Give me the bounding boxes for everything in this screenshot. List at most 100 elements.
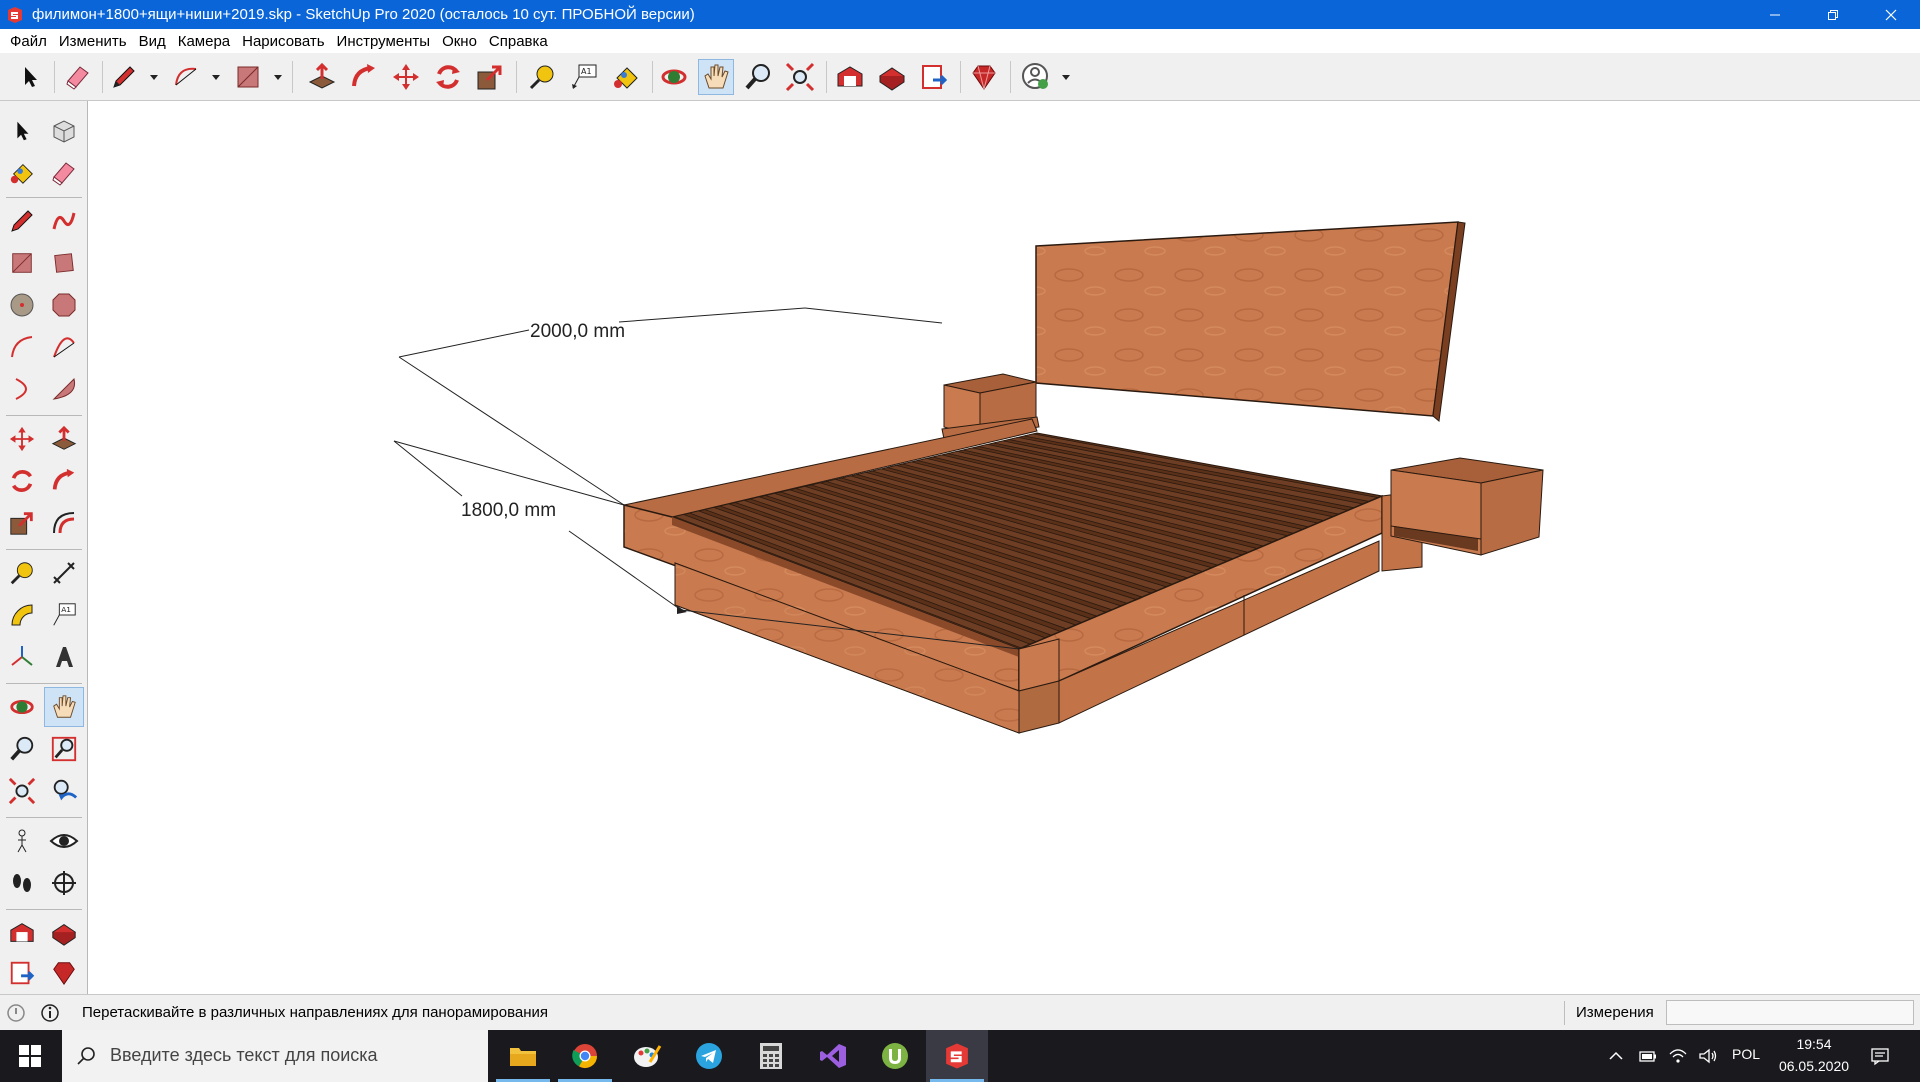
right-nightstand[interactable] (1390, 457, 1544, 556)
send-to-layout-button[interactable] (916, 59, 952, 95)
lt-move-button[interactable] (2, 419, 42, 459)
start-button[interactable] (0, 1030, 60, 1082)
chevron-up-icon[interactable] (1606, 1046, 1626, 1066)
notifications-icon[interactable] (1870, 1046, 1890, 1066)
lt-axes-button[interactable] (2, 637, 42, 677)
extension-warehouse-button[interactable] (874, 59, 910, 95)
lt-warehouse-button[interactable] (2, 913, 42, 953)
eraser-tool-button[interactable] (60, 59, 96, 95)
lt-3d-text-button[interactable] (44, 637, 84, 677)
lt-zoom-button[interactable] (2, 729, 42, 769)
lt-polygon-button[interactable] (44, 285, 84, 325)
lt-arc-button[interactable] (2, 327, 42, 367)
menu-view[interactable]: Вид (133, 33, 172, 50)
lt-two-point-arc-button[interactable] (44, 327, 84, 367)
rectangle-dropdown-icon[interactable] (272, 71, 284, 83)
lt-three-point-arc-button[interactable] (2, 369, 42, 409)
taskbar-calculator[interactable] (740, 1030, 802, 1082)
lt-push-pull-button[interactable] (44, 419, 84, 459)
wifi-icon[interactable] (1668, 1046, 1688, 1066)
taskbar-telegram[interactable] (678, 1030, 740, 1082)
zoom-tool-button[interactable] (740, 59, 776, 95)
menu-window[interactable]: Окно (436, 33, 483, 50)
account-button[interactable] (1018, 59, 1054, 95)
push-pull-tool-button[interactable] (304, 59, 340, 95)
info-icon[interactable] (40, 1003, 60, 1023)
pencil-tool-button[interactable] (106, 59, 142, 95)
lt-scale-button[interactable] (2, 503, 42, 543)
battery-icon[interactable] (1638, 1046, 1658, 1066)
paint-bucket-tool-button[interactable] (608, 59, 644, 95)
lt-eraser-button[interactable] (44, 153, 84, 193)
taskbar-file-explorer[interactable] (492, 1030, 554, 1082)
lt-freehand-button[interactable] (44, 201, 84, 241)
menu-camera[interactable]: Камера (172, 33, 236, 50)
measurements-input[interactable] (1666, 1000, 1914, 1025)
lt-protractor-button[interactable] (2, 595, 42, 635)
close-button[interactable] (1862, 0, 1920, 29)
tape-measure-tool-button[interactable] (524, 59, 560, 95)
text-tool-button[interactable]: A1 (566, 59, 602, 95)
lt-extension-warehouse-button[interactable] (44, 913, 84, 953)
lt-line-button[interactable] (2, 201, 42, 241)
minimize-button[interactable] (1746, 0, 1804, 29)
warehouse-button[interactable] (832, 59, 868, 95)
language-indicator[interactable]: POL (1732, 1046, 1760, 1062)
taskbar-search[interactable]: Введите здесь текст для поиска (62, 1030, 488, 1082)
zoom-extents-tool-button[interactable] (782, 59, 818, 95)
headboard[interactable] (1035, 221, 1459, 417)
move-tool-button[interactable] (388, 59, 424, 95)
taskbar-visual-studio[interactable] (802, 1030, 864, 1082)
lt-dimension-button[interactable] (44, 553, 84, 593)
restore-button[interactable] (1804, 0, 1862, 29)
rotate-tool-button[interactable] (430, 59, 466, 95)
menu-draw[interactable]: Нарисовать (236, 33, 330, 50)
taskbar-paint[interactable] (616, 1030, 678, 1082)
lt-pie-button[interactable] (44, 369, 84, 409)
lt-circle-button[interactable] (2, 285, 42, 325)
ruby-console-button[interactable] (966, 59, 1002, 95)
arc-dropdown-icon[interactable] (210, 71, 222, 83)
lt-tape-measure-button[interactable] (2, 553, 42, 593)
lt-position-camera-button[interactable] (2, 821, 42, 861)
orbit-tool-button[interactable] (656, 59, 692, 95)
taskbar-chrome[interactable] (554, 1030, 616, 1082)
follow-me-tool-button[interactable] (346, 59, 382, 95)
lt-orbit-button[interactable] (2, 687, 42, 727)
lt-paint-bucket-button[interactable] (2, 153, 42, 193)
lt-make-component-button[interactable] (44, 111, 84, 151)
lt-look-around-button[interactable] (44, 821, 84, 861)
lt-pan-button[interactable] (44, 687, 84, 727)
lt-send-to-layout-button[interactable] (2, 953, 42, 993)
bed-model[interactable]: 2000,0 mm 1800,0 mm (89, 101, 1920, 994)
lt-offset-button[interactable] (44, 503, 84, 543)
lt-section-plane-button[interactable] (44, 863, 84, 903)
volume-icon[interactable] (1698, 1046, 1718, 1066)
lt-ruby-button[interactable] (44, 953, 84, 993)
menu-tools[interactable]: Инструменты (331, 33, 437, 50)
arc-tool-button[interactable] (168, 59, 204, 95)
menu-file[interactable]: Файл (4, 33, 53, 50)
account-dropdown-icon[interactable] (1060, 71, 1072, 83)
lt-walk-button[interactable] (2, 863, 42, 903)
lt-select-button[interactable] (2, 111, 42, 151)
clock-time[interactable]: 19:54 (1776, 1036, 1852, 1052)
model-viewport[interactable]: 2000,0 mm 1800,0 mm (89, 101, 1920, 994)
menu-help[interactable]: Справка (483, 33, 554, 50)
select-tool-button[interactable] (12, 59, 48, 95)
lt-rotated-rectangle-button[interactable] (44, 243, 84, 283)
lt-previous-view-button[interactable] (44, 771, 84, 811)
lt-zoom-window-button[interactable] (44, 729, 84, 769)
geolocation-icon[interactable] (6, 1003, 26, 1023)
scale-tool-button[interactable] (472, 59, 508, 95)
pencil-dropdown-icon[interactable] (148, 71, 160, 83)
clock-date[interactable]: 06.05.2020 (1770, 1058, 1858, 1074)
lt-rectangle-button[interactable] (2, 243, 42, 283)
rectangle-tool-button[interactable] (230, 59, 266, 95)
pan-tool-button[interactable] (698, 59, 734, 95)
lt-text-button[interactable]: A1 (44, 595, 84, 635)
lt-zoom-extents-button[interactable] (2, 771, 42, 811)
taskbar-sketchup[interactable] (926, 1030, 988, 1082)
menu-edit[interactable]: Изменить (53, 33, 133, 50)
lt-follow-me-button[interactable] (44, 461, 84, 501)
